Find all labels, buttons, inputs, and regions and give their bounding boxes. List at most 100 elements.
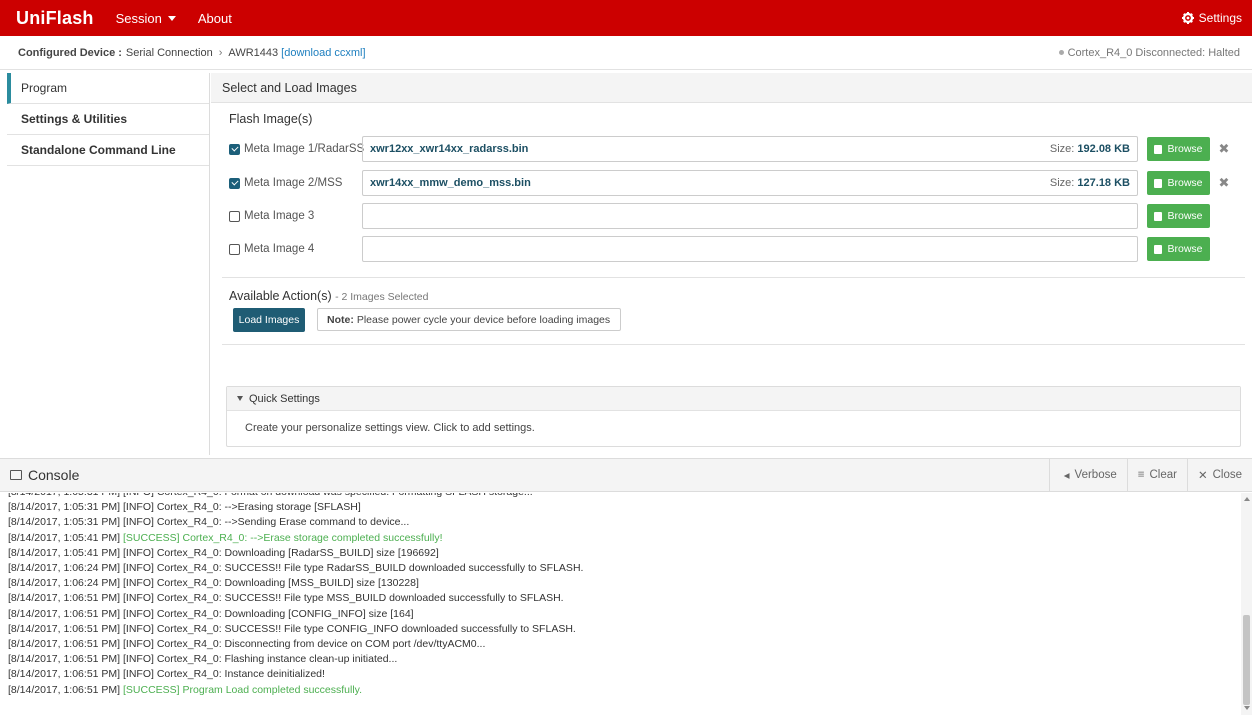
top-navbar: UniFlash Session About Settings [0,0,1252,36]
console-header: Console ◂ Verbose ≡ Clear ✕ Close [0,458,1252,492]
verbose-label: Verbose [1074,469,1117,481]
chevron-right-icon: › [218,46,223,59]
image-1-file-field[interactable]: xwr12xx_xwr14xx_radarss.bin Size: 192.08… [362,136,1138,162]
verbose-button[interactable]: ◂ Verbose [1048,459,1127,491]
console-log-line: [8/14/2017, 1:06:51 PM] [INFO] Cortex_R4… [8,622,576,635]
console-log-line: [8/14/2017, 1:06:24 PM] [INFO] Cortex_R4… [8,577,419,590]
console-scrollbar[interactable] [1241,493,1252,715]
images-selected-count: - 2 Images Selected [335,291,429,303]
caret-down-icon [237,396,243,401]
image-3-label: Meta Image 3 [244,210,315,222]
flash-images-title: Flash Image(s) [229,112,313,126]
clear-label: Clear [1149,469,1177,481]
image-3-checkbox[interactable] [229,210,240,222]
breadcrumb-device[interactable]: AWR1443 [228,47,278,59]
image-2-size-info: Size: 127.18 KB [1050,177,1130,189]
log-timestamp: [8/14/2017, 1:06:51 PM] [8,683,123,696]
log-timestamp: [8/14/2017, 1:05:41 PM] [8,531,123,544]
image-2-checkbox[interactable] [229,177,240,189]
console-log-line: [8/14/2017, 1:06:51 PM] [SUCCESS] Progra… [8,683,1238,698]
sidebar-item-standalone-command-line[interactable]: Standalone Command Line [7,135,209,166]
image-row-4: Meta Image 4 Browse [229,236,1239,262]
image-row-3: Meta Image 3 Browse [229,203,1239,229]
image-4-checkbox[interactable] [229,243,240,255]
note-text: Please power cycle your device before lo… [356,313,611,326]
scroll-up-icon[interactable] [1244,497,1250,501]
section-divider [222,344,1245,345]
image-3-browse-button[interactable]: Browse [1147,204,1210,228]
scroll-down-icon[interactable] [1244,706,1250,710]
session-menu[interactable]: Session [116,11,176,26]
status-dot-icon [1058,50,1064,55]
window-icon [10,470,22,480]
available-actions-label: Available Action(s) [229,289,332,303]
image-4-file-field[interactable] [362,236,1138,262]
sidebar-item-program[interactable]: Program [7,73,209,104]
clear-lines-icon: ≡ [1137,469,1145,481]
connection-status-text: Cortex_R4_0 Disconnected: Halted [1067,46,1240,59]
image-row-2: Meta Image 2/MSS xwr14xx_mmw_demo_mss.bi… [229,170,1239,196]
console-log-line: [8/14/2017, 1:05:31 PM] [INFO] Cortex_R4… [8,501,361,514]
image-2-browse-button[interactable]: Browse [1147,171,1210,195]
sidebar: Program Settings & Utilities Standalone … [7,73,210,455]
image-2-file-field[interactable]: xwr14xx_mmw_demo_mss.bin Size: 127.18 KB [362,170,1138,196]
note-label: Note: [327,313,354,326]
image-2-size: 127.18 KB [1077,177,1130,189]
available-actions-title: Available Action(s) - 2 Images Selected [229,289,428,303]
browse-label: Browse [1167,243,1203,255]
image-1-browse-button[interactable]: Browse [1147,137,1210,161]
app-logo[interactable]: UniFlash [16,8,94,29]
browse-label: Browse [1167,210,1203,222]
scroll-thumb[interactable] [1243,615,1250,705]
breadcrumb: Configured Device : Serial Connection › … [0,36,1252,70]
quick-settings-title: Quick Settings [249,392,320,405]
console-log-lines: [8/14/2017, 1:05:31 PM] [INFO] Cortex_R4… [8,493,1238,698]
console-log-line: [8/14/2017, 1:06:24 PM] [INFO] Cortex_R4… [8,562,584,575]
image-2-remove-icon[interactable]: ✖ [1216,175,1232,191]
image-4-browse-button[interactable]: Browse [1147,237,1210,261]
file-icon [1154,244,1163,254]
settings-link[interactable]: Settings [1181,11,1242,25]
console-log-line: [8/14/2017, 1:06:51 PM] [INFO] Cortex_R4… [8,668,325,681]
console-log-line: [8/14/2017, 1:05:41 PM] [SUCCESS] Cortex… [8,531,1238,546]
close-button[interactable]: ✕ Close [1186,459,1252,491]
image-2-size-label: Size: [1049,177,1075,189]
quick-settings-panel: Quick Settings Create your personalize s… [226,386,1241,447]
image-4-label: Meta Image 4 [244,243,315,255]
image-1-checkbox[interactable] [229,143,240,155]
quick-settings-toggle[interactable]: Quick Settings [227,387,1240,411]
image-1-size-label: Size: [1049,143,1075,155]
about-link[interactable]: About [198,11,232,26]
console-log-line: [8/14/2017, 1:05:31 PM] [INFO] Cortex_R4… [8,493,1238,500]
breadcrumb-connection[interactable]: Serial Connection [126,47,213,59]
console-log-line: [8/14/2017, 1:06:51 PM] [INFO] Cortex_R4… [8,592,564,605]
console-log-line: [8/14/2017, 1:05:41 PM] [INFO] Cortex_R4… [8,546,439,559]
image-1-remove-icon[interactable]: ✖ [1216,141,1232,157]
section-divider [222,277,1245,278]
speaker-icon: ◂ [1063,470,1070,482]
console-log-line: [8/14/2017, 1:06:51 PM] [INFO] Cortex_R4… [8,653,398,666]
console-log-line: [8/14/2017, 1:06:51 PM] [INFO] Cortex_R4… [8,638,486,651]
sidebar-item-label: Settings & Utilities [21,112,128,126]
panel-header: Select and Load Images [211,73,1252,103]
program-panel: Select and Load Images Flash Image(s) Me… [211,73,1252,455]
sidebar-item-settings-utilities[interactable]: Settings & Utilities [7,104,209,135]
console-log[interactable]: [8/14/2017, 1:05:31 PM] [INFO] Cortex_R4… [8,493,1238,715]
console-title-text: Console [28,467,80,483]
settings-label: Settings [1198,11,1242,25]
download-ccxml-link[interactable]: [download ccxml] [281,47,365,59]
image-1-filename: xwr12xx_xwr14xx_radarss.bin [370,143,529,155]
log-success-message: [SUCCESS] Program Load completed success… [123,683,363,696]
file-icon [1154,144,1163,154]
close-label: Close [1212,469,1242,481]
log-success-message: [SUCCESS] Cortex_R4_0: -->Erase storage … [123,531,443,544]
clear-button[interactable]: ≡ Clear [1126,459,1187,491]
sidebar-item-label: Standalone Command Line [21,143,176,157]
browse-label: Browse [1167,143,1203,155]
load-images-button[interactable]: Load Images [233,308,305,332]
image-3-file-field[interactable] [362,203,1138,229]
power-cycle-note: Note: Please power cycle your device bef… [317,308,621,331]
quick-settings-body[interactable]: Create your personalize settings view. C… [227,411,1240,434]
image-1-label: Meta Image 1/RadarSS [244,143,365,155]
image-1-size-info: Size: 192.08 KB [1050,143,1130,155]
